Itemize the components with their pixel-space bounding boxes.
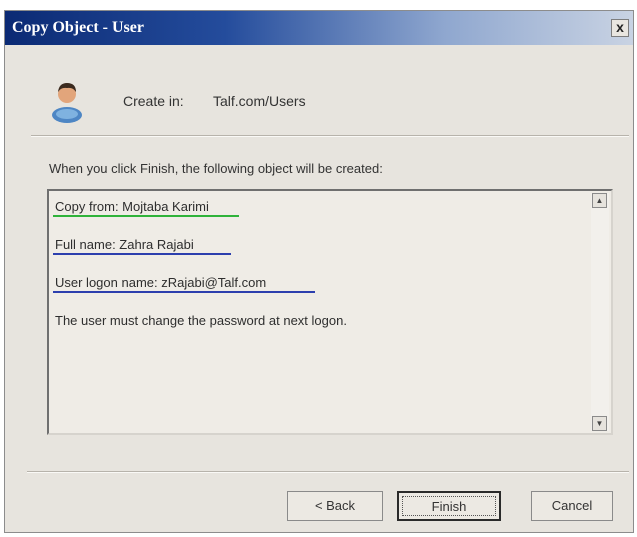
logon-name-underline — [53, 291, 315, 293]
create-in-path: Talf.com/Users — [213, 93, 306, 109]
vertical-scrollbar[interactable]: ▲ ▼ — [591, 193, 609, 431]
header-row: Create in: Talf.com/Users — [5, 67, 633, 131]
header-divider — [31, 135, 629, 137]
scroll-down-icon: ▼ — [595, 419, 604, 428]
title-bar[interactable]: Copy Object - User x — [5, 11, 633, 45]
copy-object-dialog: Copy Object - User x Create in: Talf.com… — [4, 10, 634, 533]
create-in-label: Create in: — [123, 93, 184, 109]
back-button[interactable]: < Back — [287, 491, 383, 521]
cancel-button[interactable]: Cancel — [531, 491, 613, 521]
scroll-down-button[interactable]: ▼ — [592, 416, 607, 431]
copy-from-underline — [53, 215, 239, 217]
user-icon — [52, 83, 82, 123]
full-name-underline — [53, 253, 231, 255]
summary-line-password-note: The user must change the password at nex… — [55, 313, 347, 328]
finish-button-label: Finish — [402, 496, 496, 516]
summary-line-full-name: Full name: Zahra Rajabi — [55, 237, 194, 252]
dialog-title: Copy Object - User — [12, 19, 144, 36]
footer-divider — [27, 471, 629, 473]
summary-line-copy-from: Copy from: Mojtaba Karimi — [55, 199, 209, 214]
scroll-up-button[interactable]: ▲ — [592, 193, 607, 208]
summary-line-logon-name: User logon name: zRajabi@Talf.com — [55, 275, 267, 290]
summary-textbox[interactable]: Copy from: Mojtaba Karimi Full name: Zah… — [47, 189, 613, 435]
close-icon: x — [616, 19, 624, 35]
close-button[interactable]: x — [611, 19, 629, 37]
finish-button[interactable]: Finish — [397, 491, 501, 521]
scroll-up-icon: ▲ — [595, 196, 604, 205]
info-text: When you click Finish, the following obj… — [49, 161, 383, 176]
